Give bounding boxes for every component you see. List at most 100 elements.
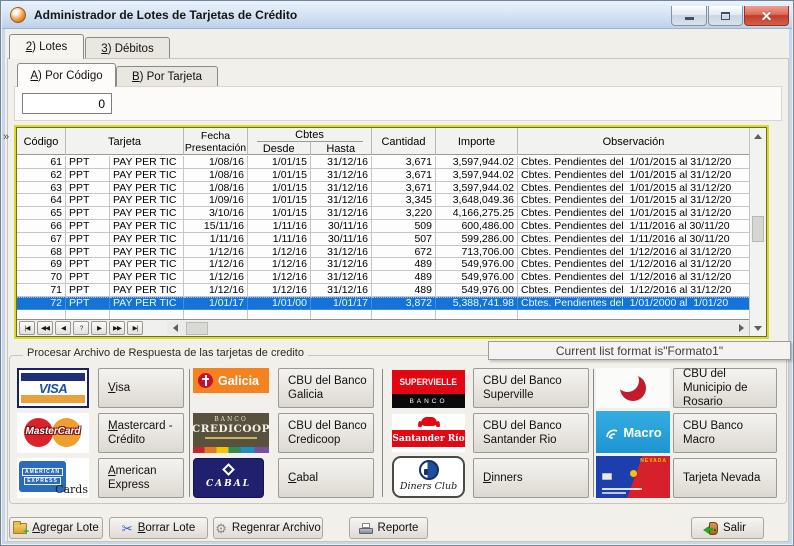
tab-debitos[interactable]: 3) Débitos <box>85 37 170 59</box>
subtab-por-codigo[interactable]: A) Por Código <box>17 63 116 87</box>
column-header-hasta[interactable]: Hasta <box>311 142 372 155</box>
scroll-right-icon[interactable] <box>733 321 749 335</box>
scroll-down-icon[interactable] <box>750 320 766 336</box>
grid-nav-button[interactable]: ▶▶ <box>109 321 125 335</box>
cell-importe: 3,597,944.02 <box>436 156 518 169</box>
regenerar-archivo-button[interactable]: ⚙ Regenrar Archivo <box>213 517 323 539</box>
table-row[interactable]: 72 PPT PAY PER TIC 1/01/17 1/01/00 1/01/… <box>17 297 749 310</box>
cbu-credicoop-button[interactable]: CBU del Banco Credicoop <box>278 413 374 453</box>
cbu-supervielle-button[interactable]: CBU del Banco Superville <box>473 368 589 408</box>
dinners-button[interactable]: Dinners <box>473 458 589 498</box>
cell-tarjeta-nombre: PAY PER TIC <box>110 284 184 297</box>
tab-lotes[interactable]: 2) Lotes <box>9 34 84 59</box>
table-row[interactable]: 68 PPT PAY PER TIC 1/12/16 1/12/16 31/12… <box>17 246 749 259</box>
column-header-fecha[interactable]: Fecha Presentación <box>184 128 248 155</box>
table-row[interactable]: 66 PPT PAY PER TIC 15/11/16 1/11/16 30/1… <box>17 220 749 233</box>
cabal-diamond-icon <box>222 463 235 476</box>
table-row[interactable]: 63 PPT PAY PER TIC 1/08/16 1/01/15 31/12… <box>17 182 749 195</box>
cell-tarjeta-nombre: PAY PER TIC <box>110 220 184 233</box>
collapse-chevron-icon[interactable]: » <box>3 131 9 143</box>
cell-cantidad: 3,872 <box>372 297 436 310</box>
american-express-logo: AMERICAN EXPRESS Cards <box>17 458 89 498</box>
table-row[interactable]: 67 PPT PAY PER TIC 1/11/16 1/11/16 30/11… <box>17 233 749 246</box>
cell-desde: 1/01/15 <box>248 207 311 220</box>
cell-hasta: 31/12/16 <box>311 169 372 182</box>
cell-importe: 599,286.00 <box>436 233 518 246</box>
cell-cantidad: 489 <box>372 258 436 271</box>
borrar-lote-button[interactable]: ✂ Borrar Lote <box>109 517 208 539</box>
mastercard-button[interactable]: Mastercard - Crédito <box>98 413 184 453</box>
cell-fecha-presentacion: 1/08/16 <box>184 182 248 195</box>
agregar-lote-button[interactable]: + Agregar Lote <box>9 517 103 539</box>
american-express-button[interactable]: American Express <box>98 458 184 498</box>
tarjeta-nevada-button[interactable]: Tarjeta Nevada <box>673 458 777 498</box>
scroll-up-icon[interactable] <box>750 128 766 144</box>
cell-tarjeta-codigo: PPT <box>66 258 110 271</box>
grid-nav-button[interactable]: ▶ <box>91 321 107 335</box>
por-codigo-panel <box>14 86 782 121</box>
column-header-desde[interactable]: Desde <box>248 142 311 155</box>
column-header-cbtes[interactable]: Cbtes Desde Hasta <box>248 128 372 155</box>
cell-importe: 713,706.00 <box>436 246 518 259</box>
cell-fecha-presentacion: 3/10/16 <box>184 207 248 220</box>
table-row[interactable]: 65 PPT PAY PER TIC 3/10/16 1/01/15 31/12… <box>17 207 749 220</box>
table-row[interactable]: 62 PPT PAY PER TIC 1/08/16 1/01/15 31/12… <box>17 169 749 182</box>
cell-fecha-presentacion: 1/11/16 <box>184 233 248 246</box>
printer-icon <box>359 523 373 534</box>
maximize-button[interactable] <box>708 6 743 26</box>
table-row[interactable]: 64 PPT PAY PER TIC 1/09/16 1/01/15 31/12… <box>17 194 749 207</box>
cbu-santander-button[interactable]: CBU del Banco Santander Rio <box>473 413 589 453</box>
horizontal-scroll-thumb[interactable] <box>186 322 208 335</box>
grid-nav-button[interactable]: ▶| <box>127 321 143 335</box>
column-header-codigo[interactable]: Código <box>17 128 66 155</box>
cell-hasta: 31/12/16 <box>311 284 372 297</box>
cbu-macro-button[interactable]: CBU Banco Macro <box>673 413 777 453</box>
cell-desde: 1/12/16 <box>248 271 311 284</box>
cabal-button[interactable]: Cabal <box>278 458 374 498</box>
table-row[interactable]: 70 PPT PAY PER TIC 1/12/16 1/12/16 31/12… <box>17 271 749 284</box>
cell-desde: 1/01/15 <box>248 169 311 182</box>
vertical-scrollbar[interactable] <box>749 128 766 336</box>
cell-codigo: 67 <box>17 233 66 246</box>
visa-button[interactable]: Visa <box>98 368 184 408</box>
column-header-importe[interactable]: Importe <box>436 128 518 155</box>
mastercard-logo: MasterCard <box>17 413 89 453</box>
cell-hasta: 31/12/16 <box>311 258 372 271</box>
cell-cantidad: 489 <box>372 284 436 297</box>
minimize-button[interactable] <box>671 6 707 26</box>
table-row[interactable]: 69 PPT PAY PER TIC 1/12/16 1/12/16 31/12… <box>17 258 749 271</box>
horizontal-scrollbar[interactable] <box>167 321 749 335</box>
cell-observacion: Cbtes. Pendientes del 1/11/2016 al 30/11… <box>518 220 749 233</box>
salir-button[interactable]: Salir <box>691 517 764 539</box>
cell-cantidad: 3,220 <box>372 207 436 220</box>
column-header-tarjeta[interactable]: Tarjeta <box>66 128 184 155</box>
cell-hasta: 31/12/16 <box>311 246 372 259</box>
list-format-tooltip: Current list format is"Formato1" <box>488 341 791 360</box>
grid-nav-button[interactable]: ? <box>73 321 89 335</box>
cell-cantidad: 3,671 <box>372 169 436 182</box>
cell-fecha-presentacion: 1/08/16 <box>184 156 248 169</box>
cell-tarjeta-nombre: PAY PER TIC <box>110 207 184 220</box>
cbu-galicia-button[interactable]: CBU del Banco Galicia <box>278 368 374 408</box>
reporte-button[interactable]: Reporte <box>349 517 428 539</box>
grid-nav-button[interactable]: |◀ <box>19 321 35 335</box>
cbu-rosario-button[interactable]: CBU del Municipio de Rosario <box>673 368 777 408</box>
grid-nav-button[interactable]: ◀◀ <box>37 321 53 335</box>
cell-codigo: 61 <box>17 156 66 169</box>
maximize-icon <box>721 12 730 20</box>
column-header-observacion[interactable]: Observación <box>518 128 749 155</box>
cell-cantidad: 489 <box>372 271 436 284</box>
cell-tarjeta-nombre: PAY PER TIC <box>110 233 184 246</box>
cell-cantidad: 3,671 <box>372 156 436 169</box>
close-button[interactable] <box>744 6 789 26</box>
group-divider <box>382 369 383 497</box>
table-row[interactable]: 61 PPT PAY PER TIC 1/08/16 1/01/15 31/12… <box>17 156 749 169</box>
table-row[interactable]: 71 PPT PAY PER TIC 1/12/16 1/12/16 31/12… <box>17 284 749 297</box>
cell-codigo: 62 <box>17 169 66 182</box>
grid-nav-button[interactable]: ◀ <box>55 321 71 335</box>
column-header-cantidad[interactable]: Cantidad <box>372 128 436 155</box>
vertical-scroll-thumb[interactable] <box>752 216 764 242</box>
subtab-por-tarjeta[interactable]: B) Por Tarjeta <box>116 66 218 87</box>
scroll-left-icon[interactable] <box>167 321 183 335</box>
lote-code-input[interactable] <box>22 93 112 114</box>
